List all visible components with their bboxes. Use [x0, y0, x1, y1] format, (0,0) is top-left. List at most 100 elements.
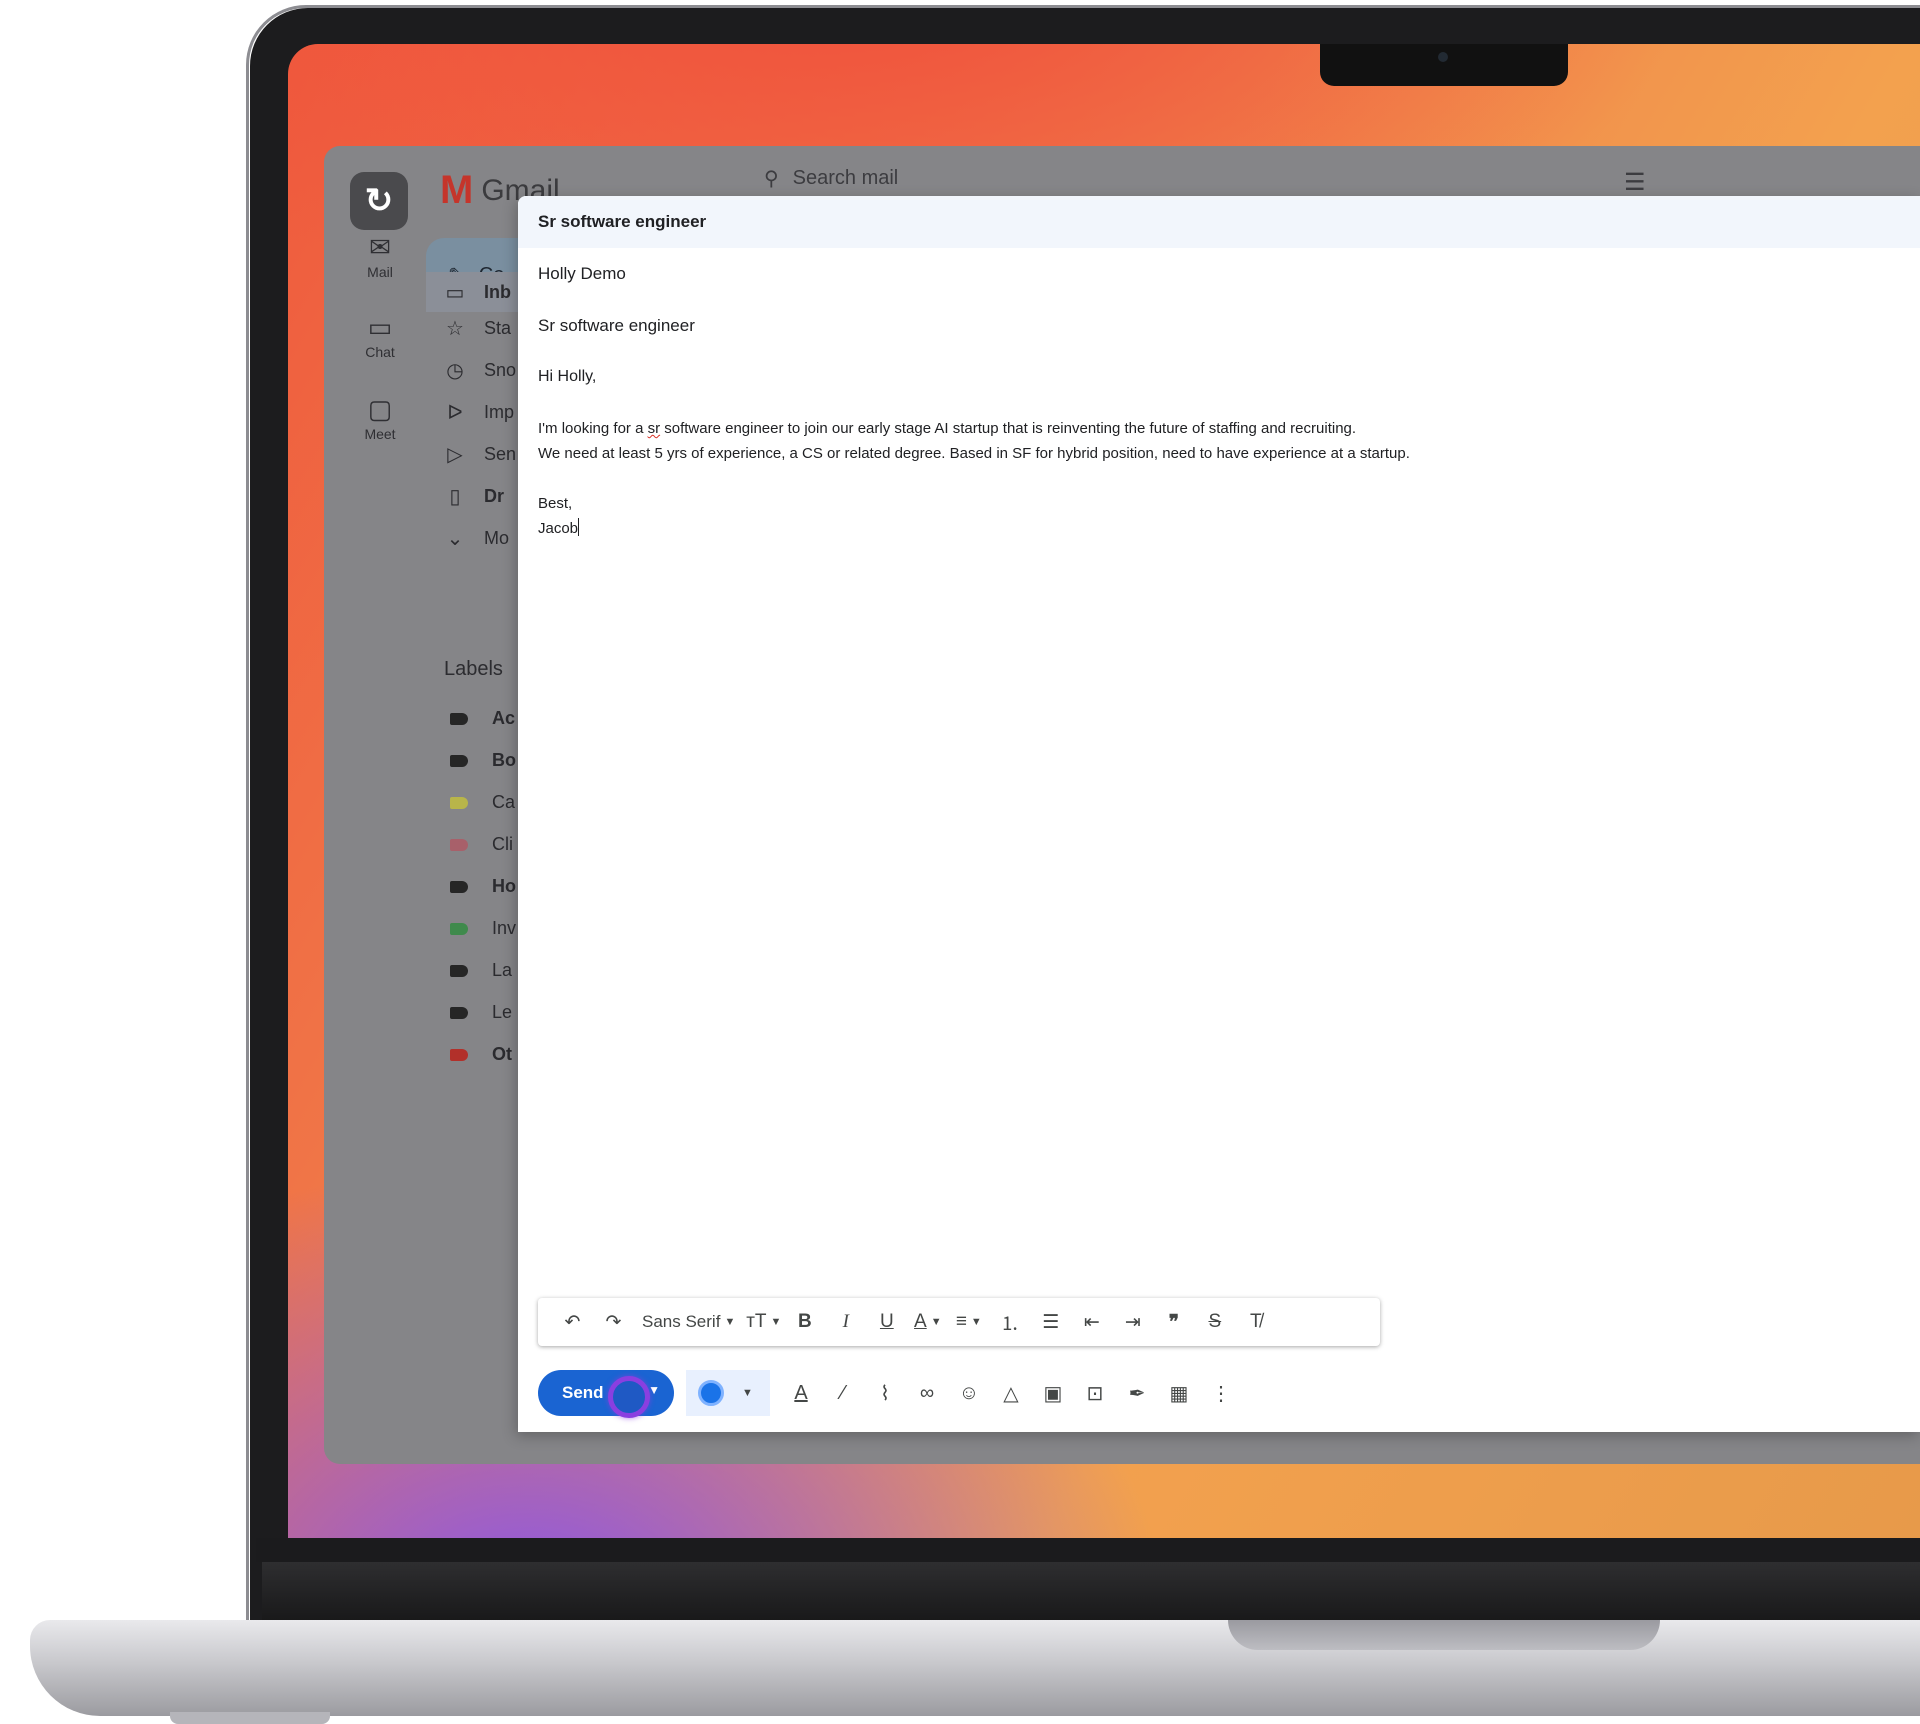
- label-item[interactable]: Ca: [450, 792, 515, 813]
- bold-icon[interactable]: B: [784, 1304, 825, 1340]
- label-tag-icon: [450, 1048, 468, 1061]
- label-item[interactable]: Le: [450, 1002, 512, 1023]
- search-icon: ⚲: [764, 168, 779, 190]
- chevron-down-icon[interactable]: ▼: [742, 1387, 753, 1399]
- search-placeholder: Search mail: [792, 167, 899, 189]
- search-options-icon[interactable]: ☰: [1624, 168, 1646, 197]
- chevron-down-icon: ▼: [770, 1316, 782, 1328]
- send-icon: ▷: [447, 444, 463, 466]
- label-tag-icon: [450, 838, 468, 851]
- font-family-value: Sans Serif: [642, 1312, 721, 1331]
- refresh-icon[interactable]: ↻: [350, 172, 408, 230]
- label-name: Le: [492, 1002, 513, 1022]
- magic-wand-icon[interactable]: ⁄: [822, 1370, 864, 1416]
- indent-less-icon[interactable]: ⇤: [1071, 1304, 1112, 1340]
- formatting-options-icon[interactable]: A: [780, 1370, 822, 1416]
- indent-more-icon[interactable]: ⇥: [1112, 1304, 1153, 1340]
- link-icon[interactable]: ∞: [906, 1370, 948, 1416]
- nav-item-label: Mo: [484, 528, 510, 548]
- attach-icon[interactable]: ⌇: [864, 1370, 906, 1416]
- screen-bezel: [256, 1538, 1920, 1562]
- draft-icon: ▯: [449, 486, 461, 508]
- numbered-list-icon[interactable]: ⒈: [989, 1304, 1030, 1340]
- label-tag-icon: [450, 964, 468, 977]
- redo-icon[interactable]: ↷: [593, 1304, 634, 1340]
- message-body[interactable]: I'm looking for a sr software engineer t…: [538, 416, 1410, 541]
- signoff-line: Best,: [538, 495, 573, 512]
- star-icon: ☆: [446, 318, 464, 340]
- label-item[interactable]: Ot: [450, 1044, 512, 1065]
- text-caret: [578, 518, 580, 536]
- body-text-segment: software engineer to join our early stag…: [660, 420, 1357, 437]
- rail-item-meet[interactable]: ▢ Meet: [340, 394, 420, 442]
- emoji-icon[interactable]: ☺: [948, 1370, 990, 1416]
- chevron-down-icon: ⌄: [446, 528, 464, 550]
- remove-formatting-icon[interactable]: T̸: [1235, 1304, 1276, 1340]
- greeting-line[interactable]: Hi Holly,: [538, 368, 596, 386]
- subject-field[interactable]: Sr software engineer: [538, 316, 695, 336]
- mail-icon: ✉: [369, 232, 391, 262]
- video-icon: ▢: [367, 394, 393, 424]
- send-button[interactable]: Send ▼: [538, 1370, 674, 1418]
- confidential-lock-icon[interactable]: ⊡: [1074, 1370, 1116, 1416]
- label-item[interactable]: Inv: [450, 918, 516, 939]
- labels-heading: Labels: [444, 658, 503, 680]
- grammar-logo-icon: [698, 1380, 724, 1406]
- search-bar[interactable]: ⚲ Search mail: [764, 166, 898, 191]
- body-text-segment: I'm looking for a: [538, 420, 648, 437]
- label-name: Ot: [492, 1044, 512, 1064]
- chevron-down-icon: ▼: [724, 1316, 736, 1328]
- laptop-foot: [170, 1712, 330, 1724]
- grammar-assistant-button[interactable]: ▼: [686, 1370, 770, 1416]
- insert-photo-icon[interactable]: ▣: [1032, 1370, 1074, 1416]
- signature-line: Jacob: [538, 516, 1410, 541]
- rail-item-chat[interactable]: ▭ Chat: [340, 312, 420, 360]
- label-name: Ac: [492, 708, 516, 728]
- underline-icon[interactable]: U: [866, 1304, 907, 1340]
- rail-item-mail[interactable]: ✉ Mail: [340, 232, 420, 280]
- nav-item-label: Inb: [484, 281, 511, 302]
- schedule-calendar-icon[interactable]: ▦: [1158, 1370, 1200, 1416]
- gmail-logo-icon: M: [440, 168, 473, 212]
- label-item[interactable]: Ac: [450, 708, 515, 729]
- label-tag-icon: [450, 880, 468, 893]
- click-indicator: [608, 1376, 650, 1418]
- laptop-hinge: [262, 1562, 1920, 1620]
- signature-pen-icon[interactable]: ✒: [1116, 1370, 1158, 1416]
- chevron-down-icon: ▼: [970, 1316, 982, 1328]
- font-family-select[interactable]: Sans Serif ▼: [634, 1304, 743, 1340]
- nav-item-label: Dr: [484, 486, 505, 506]
- rail-item-label: Mail: [367, 264, 393, 280]
- compose-title-bar[interactable]: Sr software engineer: [518, 196, 1920, 248]
- quote-icon[interactable]: ❞: [1153, 1304, 1194, 1340]
- body-line: We need at least 5 yrs of experience, a …: [538, 445, 1410, 462]
- signature-text: Jacob: [538, 520, 579, 537]
- label-name: Cli: [492, 834, 513, 854]
- trackpad-notch: [1228, 1620, 1660, 1650]
- camera-notch: [1320, 44, 1568, 86]
- strikethrough-icon[interactable]: S: [1194, 1304, 1235, 1340]
- italic-icon[interactable]: I: [825, 1304, 866, 1340]
- label-item[interactable]: La: [450, 960, 512, 981]
- font-size-icon[interactable]: тT ▼: [743, 1304, 784, 1340]
- recipient-field[interactable]: Holly Demo: [538, 264, 626, 284]
- nav-item-label: Sno: [484, 360, 517, 380]
- label-item[interactable]: Bo: [450, 750, 516, 771]
- label-item[interactable]: Ho: [450, 876, 516, 897]
- label-name: La: [492, 960, 513, 980]
- label-name: Ca: [492, 792, 516, 812]
- label-item[interactable]: Cli: [450, 834, 513, 855]
- bulleted-list-icon[interactable]: ☰: [1030, 1304, 1071, 1340]
- align-icon[interactable]: ≡ ▼: [948, 1304, 989, 1340]
- nav-item-label: Imp: [484, 402, 515, 422]
- label-tag-icon: [450, 922, 468, 935]
- important-icon: ᐅ: [447, 402, 463, 424]
- compose-window: Sr software engineer Holly Demo Sr softw…: [518, 196, 1920, 1432]
- undo-icon[interactable]: ↶: [552, 1304, 593, 1340]
- more-options-icon[interactable]: ⋮: [1200, 1370, 1242, 1416]
- compose-action-bar: Send ▼ ▼ A ⁄ ⌇ ∞ ☺ △ ▣ ⊡ ✒ ▦ ⋮: [538, 1370, 1242, 1418]
- drive-icon[interactable]: △: [990, 1370, 1032, 1416]
- text-color-icon[interactable]: A ▼: [907, 1304, 948, 1340]
- misspelled-word[interactable]: sr: [648, 420, 661, 437]
